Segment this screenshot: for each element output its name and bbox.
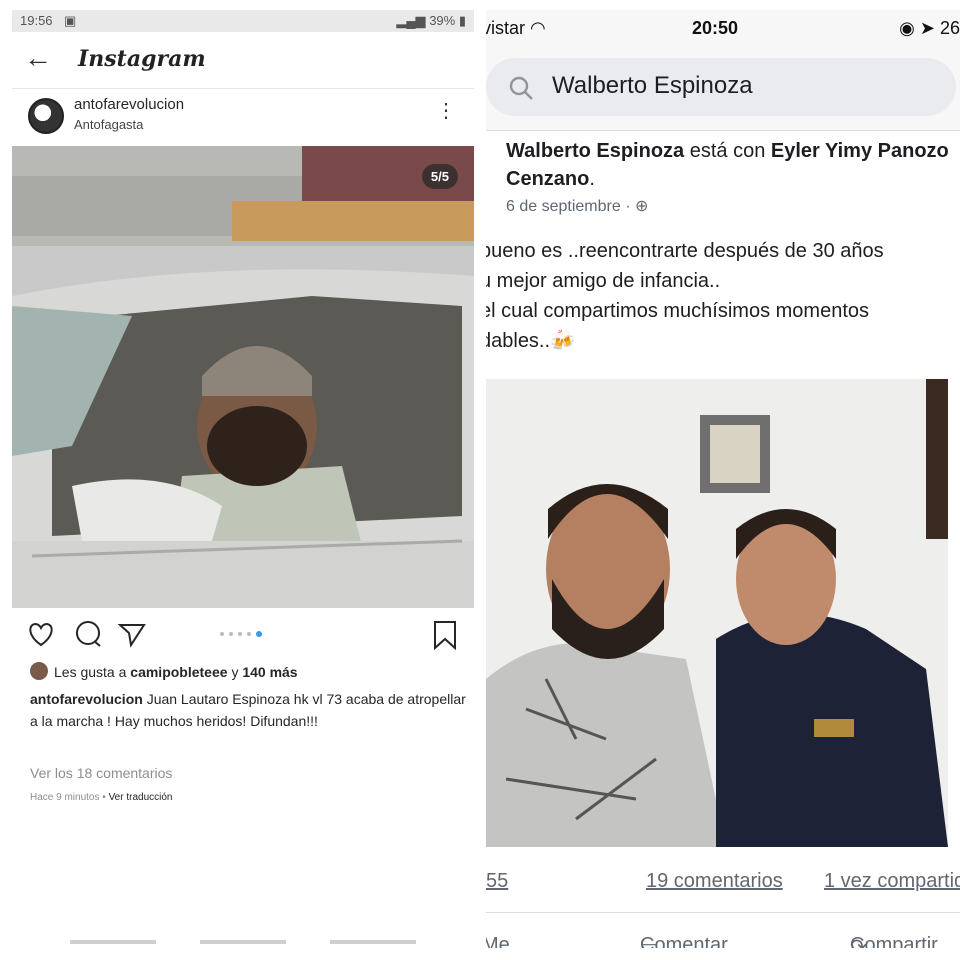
search-icon: [509, 76, 533, 100]
post-stats: 55 19 comentarios 1 vez compartido: [486, 870, 960, 900]
post-time: Hace 9 minutos • Ver traducción: [30, 792, 173, 803]
nav-bar-segment: [70, 940, 156, 944]
post-text-line: u mejor amigo de infancia..: [486, 270, 721, 292]
nav-bar-segment: [330, 940, 416, 944]
status-bar: vistar ◠ 20:50 ◉ ➤ 26: [486, 10, 960, 48]
status-right: ◉ ➤ 26: [899, 18, 960, 39]
car-photo-illustration: [12, 146, 474, 608]
signal-icon: ▂▄▆: [396, 13, 426, 28]
orientation-lock-icon: ◉: [899, 18, 915, 38]
liker-avatar[interactable]: [30, 662, 48, 680]
time-ago: Hace 9 minutos: [30, 792, 100, 803]
post-text-line: dables..: [486, 330, 551, 352]
status-time: 20:50: [692, 18, 739, 38]
wifi-icon: ◠: [530, 18, 546, 38]
battery-level: ▂▄▆ 39% ▮: [396, 13, 466, 29]
facebook-screenshot: vistar ◠ 20:50 ◉ ➤ 26 Walberto Espinoza …: [486, 10, 960, 948]
like-label: Me gusta: [486, 934, 510, 948]
search-bar-container: Walberto Espinoza: [486, 48, 960, 131]
see-translation-link[interactable]: Ver traducción: [109, 792, 173, 803]
search-value: Walberto Espinoza: [552, 72, 753, 99]
back-arrow-icon[interactable]: ←: [24, 44, 52, 72]
time-dot: •: [102, 792, 106, 803]
likes-count[interactable]: 140 más: [242, 664, 297, 680]
post-header: antofarevolucion Antofagasta ⋮: [12, 90, 474, 146]
share-send-icon[interactable]: [118, 620, 146, 648]
post-location[interactable]: Antofagasta: [74, 117, 143, 132]
post-text-line: el cual compartimos muchísimos momentos: [486, 300, 870, 322]
caption-username[interactable]: antofarevolucion: [30, 691, 143, 707]
gallery-icon: ▣: [64, 13, 77, 28]
post-author[interactable]: Walberto Espinoza: [506, 140, 684, 162]
app-bar: ← Instagram: [12, 32, 474, 89]
reactions-count[interactable]: 55: [486, 870, 508, 893]
status-bar: 19:56 ▣ ▂▄▆ 39% ▮: [12, 10, 474, 32]
comments-count[interactable]: 19 comentarios: [646, 870, 783, 893]
public-globe-icon: ⊕: [634, 198, 649, 215]
post-text: bueno es ..reencontrarte después de 30 a…: [486, 236, 960, 356]
likes-user[interactable]: camipobleteee: [130, 664, 227, 680]
post-photo[interactable]: [486, 379, 948, 847]
carousel-counter: 5/5: [421, 164, 458, 189]
bottom-nav-strip: [12, 940, 474, 948]
post-actions: [12, 614, 474, 658]
likes-summary: Les gusta a camipobleteee y 140 más: [30, 662, 470, 680]
location-arrow-icon: ➤: [919, 18, 935, 38]
tagged-end: .: [589, 168, 595, 190]
carrier-name: vistar: [486, 18, 526, 38]
likes-prefix: Les gusta a: [54, 664, 127, 680]
post-username[interactable]: antofarevolucion: [74, 96, 184, 113]
date-separator: ·: [625, 198, 631, 215]
comment-label: Comentar: [640, 934, 728, 948]
share-label: Compartir: [850, 934, 938, 948]
battery-percent: 26: [939, 18, 960, 38]
post-date-line: 6 de septiembre · ⊕: [506, 196, 648, 216]
carousel-dots: [220, 631, 280, 640]
app-title: Instagram: [78, 46, 206, 72]
status-carrier: vistar ◠: [486, 18, 546, 39]
post-date[interactable]: 6 de septiembre: [506, 198, 621, 215]
nav-bar-segment: [200, 940, 286, 944]
post-text-line-last: dables..🍻: [486, 326, 960, 356]
battery-icon: ▮: [458, 13, 466, 28]
selfie-photo-illustration: [486, 379, 948, 847]
like-heart-icon[interactable]: [26, 620, 56, 648]
author-avatar-edge[interactable]: ): [486, 150, 487, 176]
more-options-icon[interactable]: ⋮: [436, 98, 456, 123]
cheers-emoji-icon: 🍻: [550, 330, 575, 352]
shares-count[interactable]: 1 vez compartido: [824, 870, 960, 893]
post-photo[interactable]: 5/5: [12, 146, 474, 608]
status-time: 19:56: [20, 13, 53, 28]
battery-percent: 39%: [429, 13, 456, 28]
instagram-screenshot: 19:56 ▣ ▂▄▆ 39% ▮ ← Instagram antofarevo…: [12, 10, 474, 948]
likes-joiner: y: [231, 664, 239, 680]
post-caption: antofarevolucion Juan Lautaro Espinoza h…: [30, 688, 470, 732]
stats-divider: [486, 912, 960, 913]
avatar[interactable]: [28, 98, 64, 134]
with-word: está con: [689, 140, 766, 162]
post-text-line: bueno es ..reencontrarte después de 30 a…: [486, 240, 884, 262]
comment-icon[interactable]: [74, 620, 102, 648]
search-input[interactable]: Walberto Espinoza: [486, 58, 956, 116]
view-comments-link[interactable]: Ver los 18 comentarios: [30, 765, 172, 781]
post-author-line: Walberto Espinoza está con Eyler Yimy Pa…: [506, 137, 956, 193]
bookmark-icon[interactable]: [432, 620, 458, 650]
